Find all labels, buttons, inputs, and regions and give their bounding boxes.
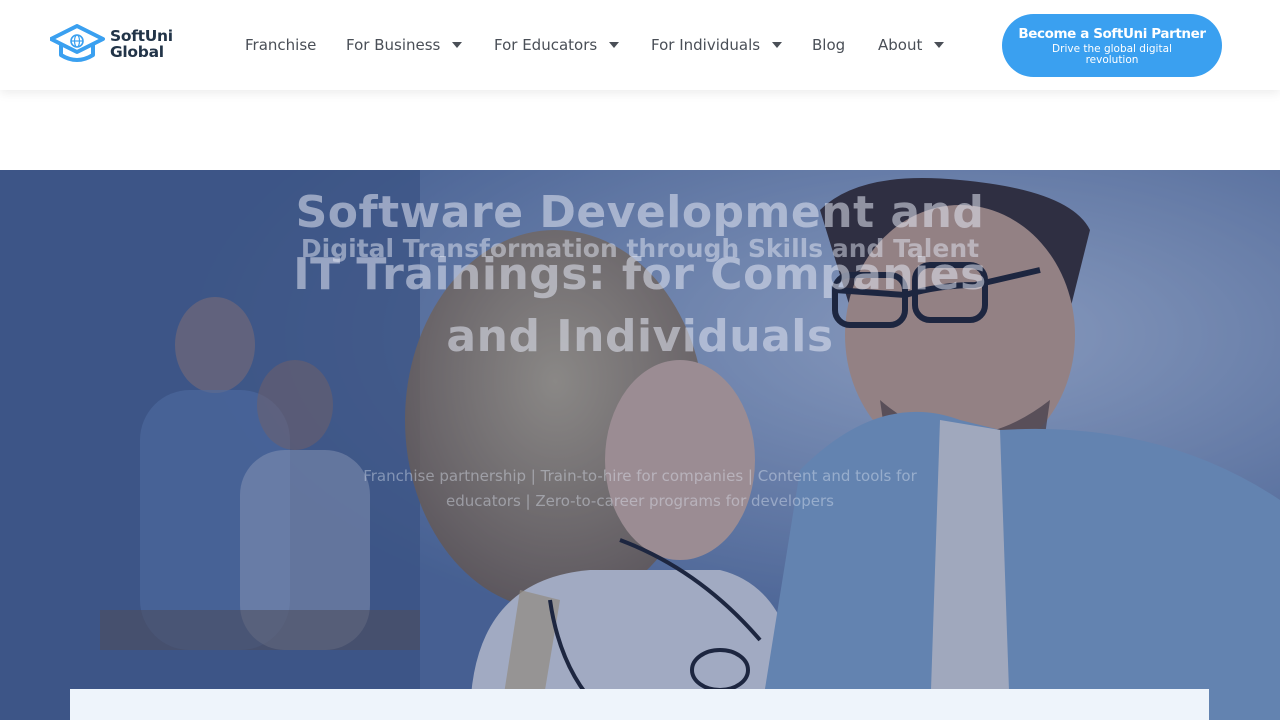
cta-subtitle: Drive the global digital revolution [1052,42,1172,66]
graduation-cap-globe-icon [50,24,105,62]
hero-title: Software Development and IT Trainings: f… [293,187,987,362]
cta-title: Become a SoftUni Partner [1018,25,1206,42]
nav-franchise-label: Franchise [245,36,317,54]
content-card [70,689,1209,720]
caret-down-icon [772,42,783,48]
nav-for-business-label: For Business [346,36,441,54]
logo-line-2: Global [110,43,164,61]
nav-for-business[interactable]: For Business [346,35,463,55]
site-header: SoftUni Global Franchise For Business Fo… [0,0,1280,90]
softuni-logo[interactable]: SoftUni Global [50,24,180,66]
nav-for-educators-label: For Educators [494,36,598,54]
hero-section: Software Development and IT Trainings: f… [0,170,1280,720]
caret-down-icon [609,42,620,48]
caret-down-icon [934,42,945,48]
nav-for-individuals[interactable]: For Individuals [651,35,783,55]
nav-blog[interactable]: Blog [812,35,845,55]
become-partner-button[interactable]: Become a SoftUni Partner Drive the globa… [1002,14,1222,77]
nav-about[interactable]: About [878,35,945,55]
nav-blog-label: Blog [812,36,846,54]
hero-subtitle: Digital Transformation through Skills an… [300,234,980,263]
caret-down-icon [452,42,463,48]
logo-line-1: SoftUni [110,27,173,45]
hero-tagline: Franchise partnership | Train-to-hire fo… [363,467,917,510]
logo-wordmark: SoftUni Global [110,28,185,60]
nav-about-label: About [878,36,923,54]
nav-for-individuals-label: For Individuals [651,36,761,54]
nav-franchise[interactable]: Franchise [245,35,316,55]
nav-for-educators[interactable]: For Educators [494,35,620,55]
